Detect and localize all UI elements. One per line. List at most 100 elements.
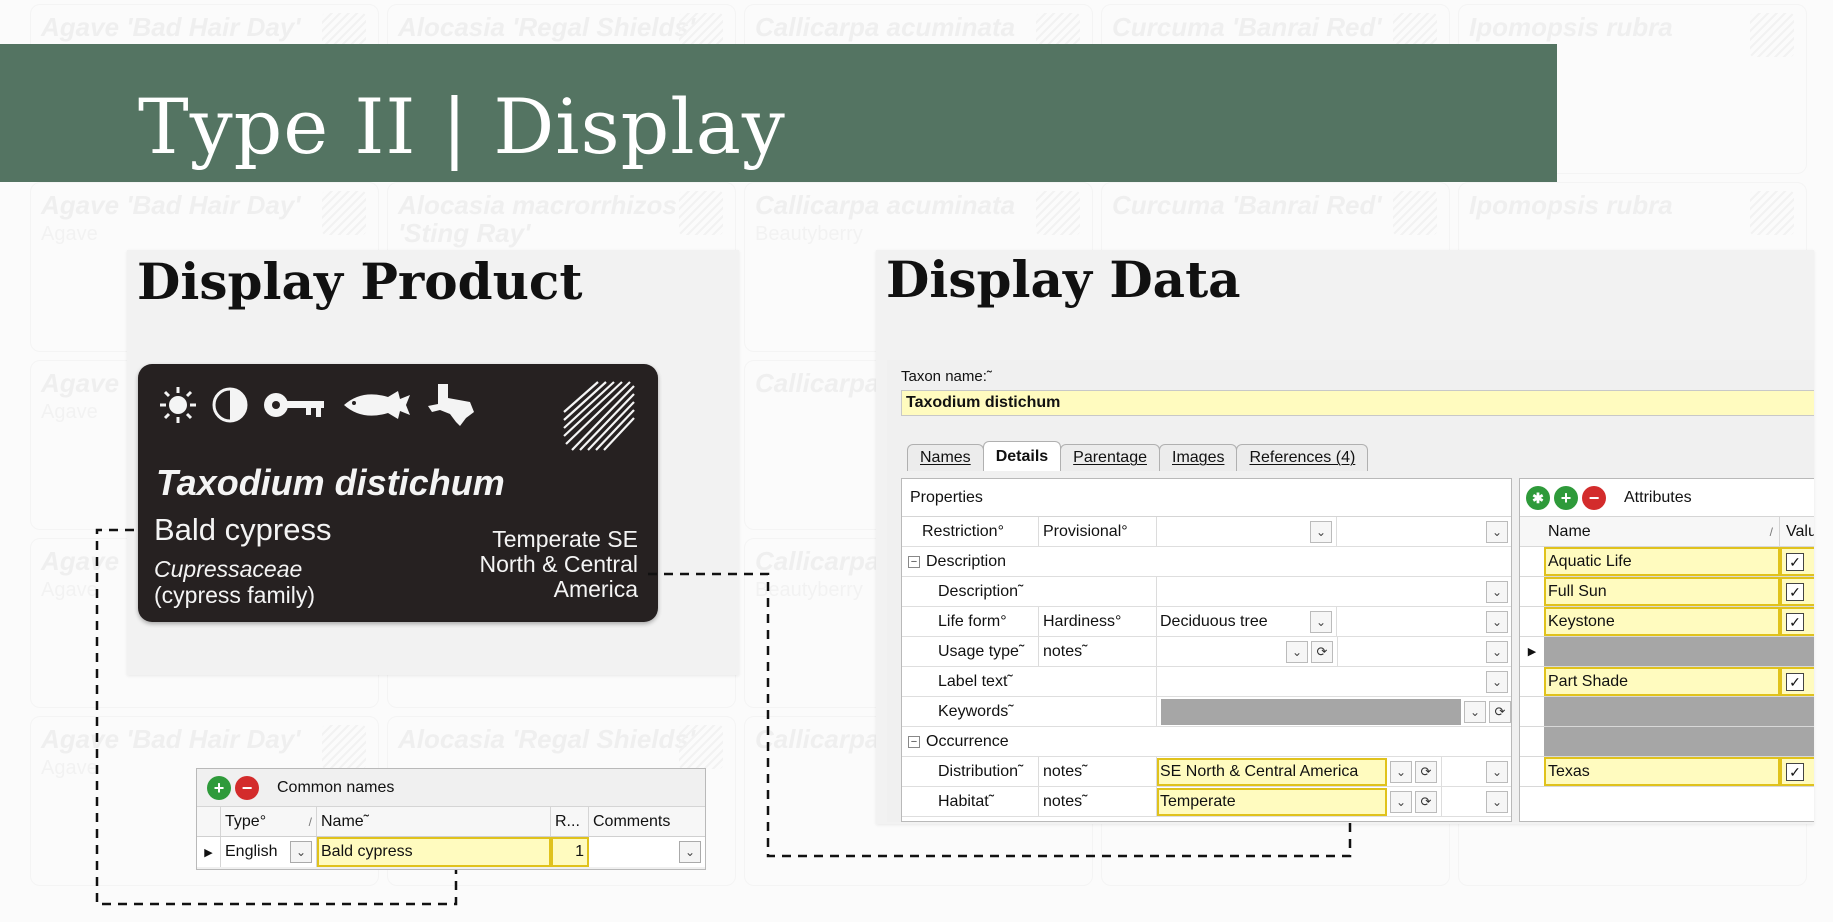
tab-names[interactable]: Names bbox=[907, 444, 984, 471]
chevron-down-icon[interactable]: ⌄ bbox=[1486, 610, 1508, 633]
property-sub-label: Hardiness° bbox=[1038, 607, 1156, 636]
column-header-comments[interactable]: Comments bbox=[589, 807, 705, 836]
current-row-arrow-icon: ▶ bbox=[197, 837, 221, 867]
tab-images[interactable]: Images bbox=[1159, 444, 1238, 471]
habitat-value[interactable]: Temperate ⌄ ⟳ ⌄ bbox=[1156, 787, 1511, 816]
chevron-down-icon[interactable]: ⌄ bbox=[1390, 790, 1412, 813]
keywords-value[interactable]: ⌄ ⟳ bbox=[1156, 697, 1511, 726]
chevron-down-icon[interactable]: ⌄ bbox=[1486, 760, 1508, 783]
comments-cell[interactable]: ⌄ bbox=[589, 837, 705, 867]
tab-details[interactable]: Details bbox=[982, 441, 1062, 471]
attribute-name[interactable] bbox=[1544, 637, 1780, 666]
name-cell[interactable]: Bald cypress bbox=[317, 837, 551, 867]
chevron-down-icon[interactable]: ⌄ bbox=[290, 841, 312, 863]
tab-parentage[interactable]: Parentage bbox=[1060, 444, 1160, 471]
attribute-value[interactable]: ✓ bbox=[1780, 547, 1814, 576]
refresh-icon[interactable]: ⟳ bbox=[1489, 700, 1511, 723]
property-row-label-text[interactable]: Label text˜ ⌄ bbox=[902, 667, 1511, 697]
chevron-down-icon[interactable]: ⌄ bbox=[1464, 700, 1486, 723]
habitat-value-text: Temperate bbox=[1157, 787, 1387, 816]
attribute-name[interactable]: Full Sun bbox=[1544, 577, 1780, 606]
property-row-keywords[interactable]: Keywords˜ ⌄ ⟳ bbox=[902, 697, 1511, 727]
attribute-name[interactable] bbox=[1544, 727, 1780, 756]
add-attribute-button[interactable]: + bbox=[1554, 485, 1578, 510]
attribute-name[interactable]: Part Shade bbox=[1544, 667, 1780, 696]
remove-common-name-button[interactable]: − bbox=[235, 775, 259, 800]
attribute-value[interactable]: ✓ bbox=[1780, 757, 1814, 786]
chevron-down-icon[interactable]: ⌄ bbox=[1286, 640, 1308, 663]
usage-type-value[interactable]: ⌄ ⟳ ⌄ bbox=[1156, 637, 1511, 666]
property-label: Keywords˜ bbox=[938, 702, 1014, 720]
collapse-icon[interactable]: − bbox=[908, 555, 920, 568]
checkbox-checked-icon[interactable]: ✓ bbox=[1786, 582, 1804, 601]
attribute-row[interactable]: Keystone ✓ bbox=[1520, 607, 1814, 637]
column-header-name[interactable]: Name˜ bbox=[317, 807, 551, 836]
property-row-usage-type[interactable]: Usage type˜ notes˜ ⌄ ⟳ ⌄ bbox=[902, 637, 1511, 667]
chevron-down-icon[interactable]: ⌄ bbox=[1310, 610, 1332, 633]
label-text-value[interactable]: ⌄ bbox=[1156, 667, 1511, 696]
attribute-row[interactable]: ▶ bbox=[1520, 637, 1814, 667]
usage-type-extra bbox=[1337, 637, 1486, 666]
attribute-row[interactable]: Part Shade ✓ bbox=[1520, 667, 1814, 697]
attribute-row[interactable]: Aquatic Life ✓ bbox=[1520, 547, 1814, 577]
chevron-down-icon[interactable]: ⌄ bbox=[1486, 640, 1508, 663]
attribute-row[interactable] bbox=[1520, 727, 1814, 757]
column-header-rank[interactable]: R... bbox=[551, 807, 589, 836]
attribute-value[interactable] bbox=[1780, 697, 1814, 726]
restriction-value[interactable]: ⌄ ⌄ bbox=[1156, 517, 1511, 546]
type-cell[interactable]: English ⌄ bbox=[221, 837, 317, 867]
property-row-restriction[interactable]: Restriction° Provisional° ⌄ ⌄ bbox=[902, 517, 1511, 547]
attribute-value[interactable] bbox=[1780, 637, 1814, 666]
attribute-value[interactable]: ✓ bbox=[1780, 577, 1814, 606]
properties-grid: Properties Restriction° Provisional° ⌄ ⌄… bbox=[901, 478, 1512, 822]
description-value[interactable]: ⌄ bbox=[1156, 577, 1511, 606]
remove-attribute-button[interactable]: − bbox=[1582, 485, 1606, 510]
attribute-name[interactable]: Texas bbox=[1544, 757, 1780, 786]
chevron-down-icon[interactable]: ⌄ bbox=[1486, 520, 1508, 543]
property-row-habitat[interactable]: Habitat˜ notes˜ Temperate ⌄ ⟳ ⌄ bbox=[902, 787, 1511, 817]
distribution-value[interactable]: SE North & Central America ⌄ ⟳ ⌄ bbox=[1156, 757, 1511, 786]
refresh-icon[interactable]: ⟳ bbox=[1415, 790, 1437, 813]
attribute-name[interactable]: Keystone bbox=[1544, 607, 1780, 636]
column-header-name[interactable]: Name / bbox=[1544, 517, 1780, 546]
attribute-name[interactable]: Aquatic Life bbox=[1544, 547, 1780, 576]
chevron-down-icon[interactable]: ⌄ bbox=[1390, 760, 1412, 783]
checkbox-checked-icon[interactable]: ✓ bbox=[1786, 552, 1804, 571]
chevron-down-icon[interactable]: ⌄ bbox=[1486, 670, 1508, 693]
life-form-value[interactable]: Deciduous tree ⌄ ⌄ bbox=[1156, 607, 1511, 636]
checkbox-checked-icon[interactable]: ✓ bbox=[1786, 612, 1804, 631]
property-row-distribution[interactable]: Distribution˜ notes˜ SE North & Central … bbox=[902, 757, 1511, 787]
rank-cell[interactable]: 1 bbox=[551, 837, 589, 867]
chevron-down-icon[interactable]: ⌄ bbox=[679, 841, 701, 863]
attribute-row[interactable]: Texas ✓ bbox=[1520, 757, 1814, 787]
section-occurrence[interactable]: − Occurrence bbox=[902, 727, 1511, 757]
add-common-name-button[interactable]: + bbox=[207, 775, 231, 800]
refresh-icon[interactable]: ⟳ bbox=[1311, 640, 1333, 663]
chevron-down-icon[interactable]: ⌄ bbox=[1486, 790, 1508, 813]
attribute-value[interactable]: ✓ bbox=[1780, 607, 1814, 636]
taxon-name-field[interactable]: Taxodium distichum bbox=[901, 390, 1814, 416]
chevron-down-icon[interactable]: ⌄ bbox=[1486, 580, 1508, 603]
checkbox-checked-icon[interactable]: ✓ bbox=[1786, 762, 1804, 781]
attribute-value[interactable] bbox=[1780, 727, 1814, 756]
habitat-extra bbox=[1441, 787, 1486, 816]
section-description[interactable]: − Description bbox=[902, 547, 1511, 577]
chevron-down-icon[interactable]: ⌄ bbox=[1310, 520, 1332, 543]
column-header-value[interactable]: Valu bbox=[1780, 517, 1814, 546]
refresh-icon[interactable]: ⟳ bbox=[1415, 760, 1437, 783]
collapse-icon[interactable]: − bbox=[908, 735, 920, 748]
property-row-life-form[interactable]: Life form° Hardiness° Deciduous tree ⌄ ⌄ bbox=[902, 607, 1511, 637]
checkbox-checked-icon[interactable]: ✓ bbox=[1786, 672, 1804, 691]
column-header-type[interactable]: Type° / bbox=[221, 807, 317, 836]
attribute-name[interactable] bbox=[1544, 697, 1780, 726]
property-label: Usage type˜ bbox=[938, 642, 1025, 660]
property-label: Habitat˜ bbox=[938, 792, 995, 810]
attribute-row[interactable]: Full Sun ✓ bbox=[1520, 577, 1814, 607]
table-row[interactable]: ▶ English ⌄ Bald cypress 1 ⌄ bbox=[197, 837, 705, 867]
attribute-value[interactable]: ✓ bbox=[1780, 667, 1814, 696]
attribute-row[interactable] bbox=[1520, 697, 1814, 727]
tab-references[interactable]: References (4) bbox=[1236, 444, 1369, 471]
add-multiple-attributes-button[interactable]: ✱ bbox=[1526, 485, 1550, 510]
property-row-description[interactable]: Description˜ ⌄ bbox=[902, 577, 1511, 607]
display-data-title: Display Data bbox=[886, 250, 1241, 309]
